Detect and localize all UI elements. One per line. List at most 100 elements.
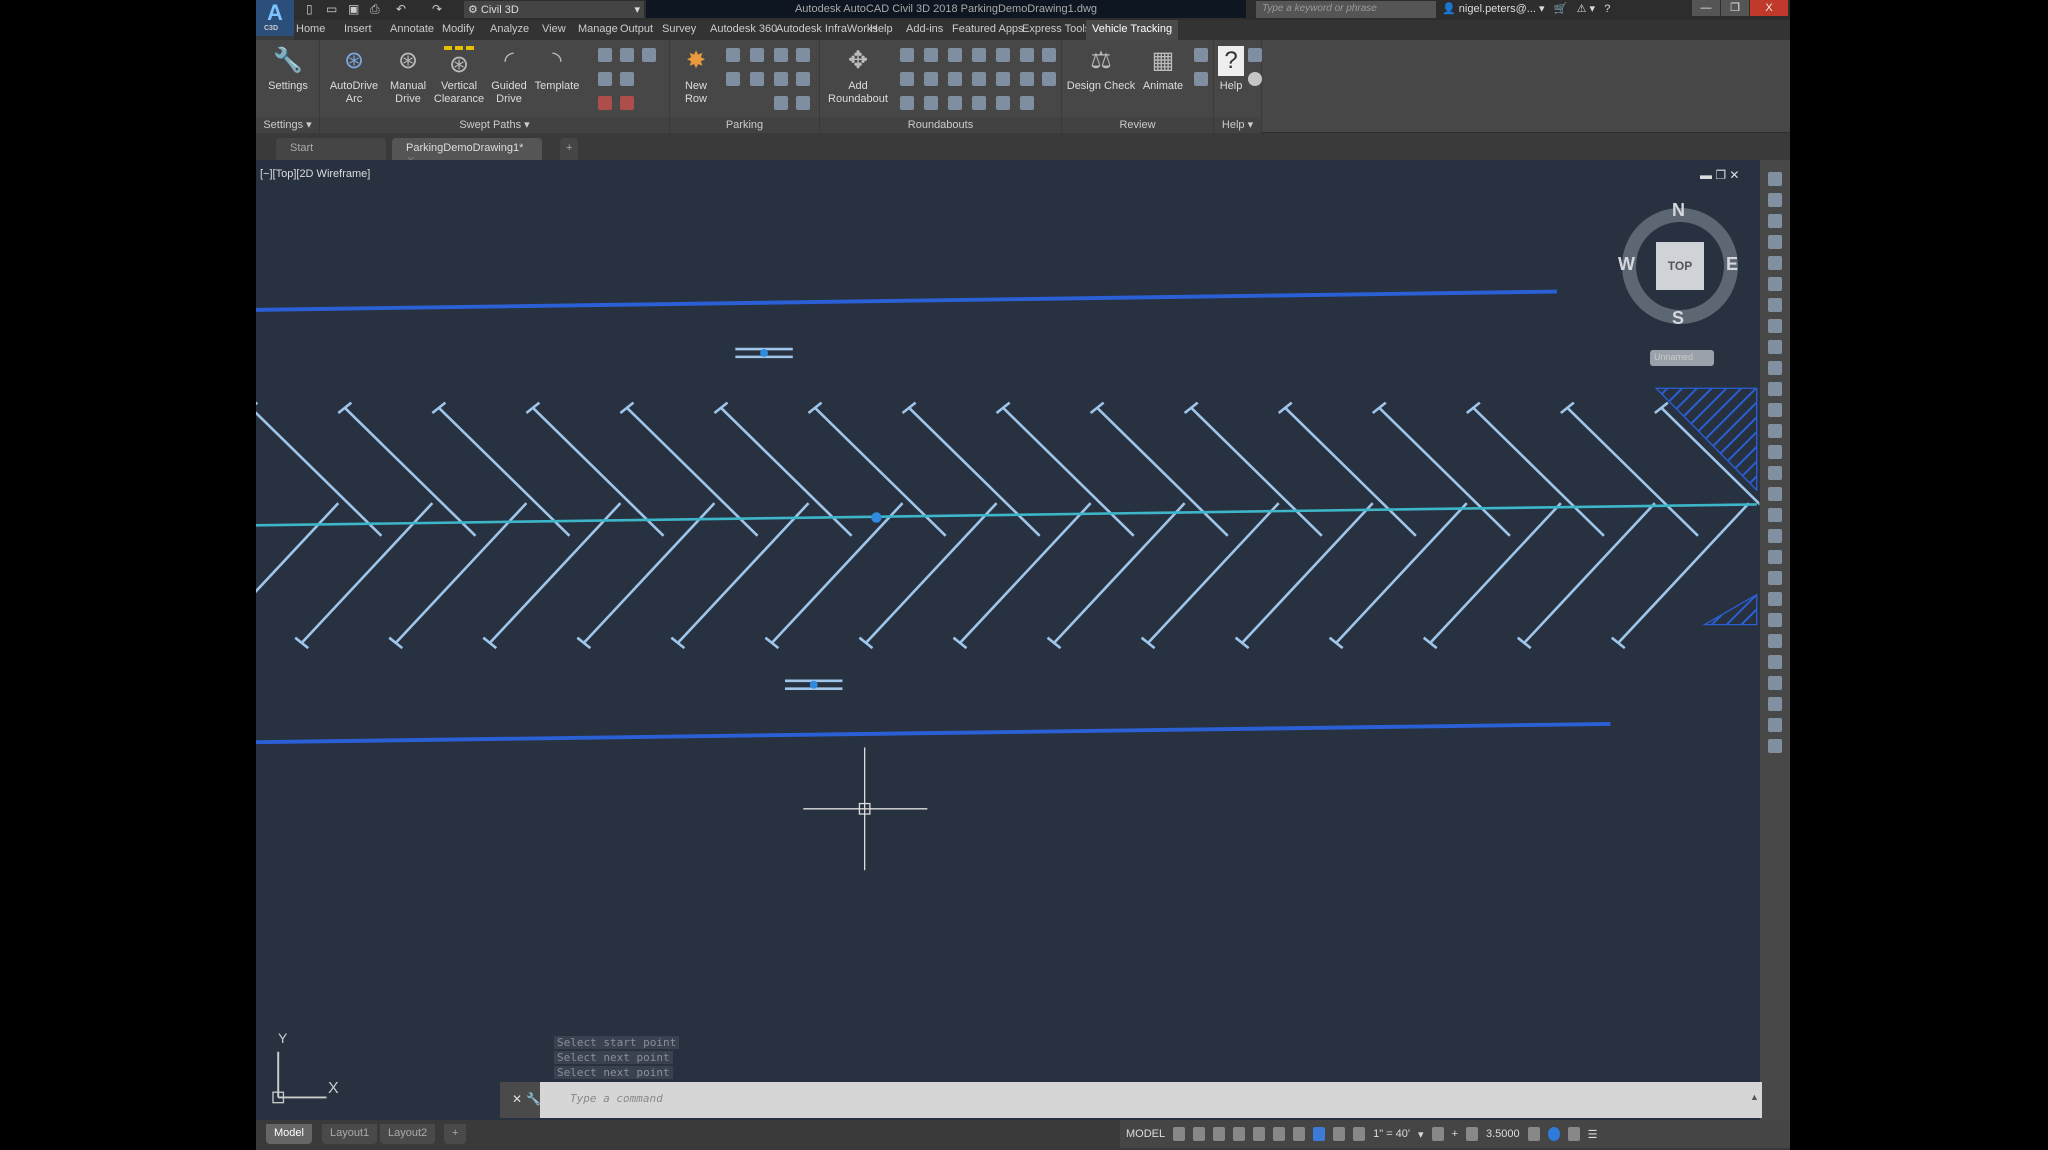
navigation-tool-icon[interactable] — [1768, 592, 1782, 606]
restore-button[interactable]: ❐ — [1721, 0, 1749, 16]
drawing-viewport[interactable]: [−][Top][2D Wireframe] ▬ ❐ ✕ TOP N S E W… — [256, 160, 1760, 1120]
tool-icon[interactable] — [1020, 48, 1034, 62]
tool-icon[interactable] — [1020, 72, 1034, 86]
tab-help[interactable]: Help — [870, 23, 893, 35]
tool-icon[interactable] — [1042, 72, 1056, 86]
tool-icon[interactable] — [796, 72, 810, 86]
navigation-tool-icon[interactable] — [1768, 424, 1782, 438]
tool-icon[interactable] — [972, 48, 986, 62]
annotation-scale[interactable]: 1" = 40' — [1373, 1128, 1410, 1140]
tool-icon[interactable] — [900, 72, 914, 86]
tool-icon[interactable] — [948, 96, 962, 110]
tool-icon[interactable] — [996, 48, 1010, 62]
compass-south[interactable]: S — [1672, 308, 1684, 329]
viewport-window-controls[interactable]: ▬ ❐ ✕ — [1700, 168, 1739, 182]
application-menu-button[interactable]: A C3D — [256, 0, 294, 36]
grid-icon[interactable] — [1173, 1127, 1186, 1141]
navigation-tool-icon[interactable] — [1768, 298, 1782, 312]
ucs-menu[interactable]: Unnamed — [1650, 350, 1714, 366]
tool-icon[interactable] — [726, 48, 740, 62]
navigation-tool-icon[interactable] — [1768, 445, 1782, 459]
close-command-icon[interactable]: ✕ — [512, 1092, 522, 1106]
auto-scale-icon[interactable] — [1333, 1127, 1346, 1141]
compass-west[interactable]: W — [1618, 254, 1635, 275]
save-icon[interactable]: ▣ — [348, 2, 359, 16]
tab-analyze[interactable]: Analyze — [490, 23, 529, 35]
close-button[interactable]: X — [1750, 0, 1788, 16]
tool-icon[interactable] — [620, 96, 634, 110]
osnap-icon[interactable] — [1273, 1127, 1286, 1141]
tab-model[interactable]: Model — [266, 1124, 312, 1144]
animate-button[interactable]: ▦ Animate — [1140, 46, 1186, 93]
tool-icon[interactable] — [900, 96, 914, 110]
tab-insert[interactable]: Insert — [344, 23, 372, 35]
tool-icon[interactable] — [1194, 48, 1208, 62]
undo-icon[interactable]: ↶ — [396, 2, 406, 16]
tab-parking-demo-drawing[interactable]: ParkingDemoDrawing1* ✕ — [392, 138, 542, 167]
tool-icon[interactable] — [1194, 72, 1208, 86]
tab-autodesk-infraworks[interactable]: Autodesk InfraWorks — [776, 23, 878, 35]
navigation-tool-icon[interactable] — [1768, 655, 1782, 669]
viewcube-top-face[interactable]: TOP — [1656, 242, 1704, 290]
tab-survey[interactable]: Survey — [662, 23, 696, 35]
add-roundabout-button[interactable]: ✥ Add Roundabout — [824, 46, 892, 106]
viewport-controls[interactable]: [−][Top][2D Wireframe] — [260, 168, 370, 180]
panel-label[interactable]: Help ▾ — [1214, 117, 1261, 133]
tool-icon[interactable] — [598, 48, 612, 62]
history-toggle-icon[interactable]: ▲ — [1750, 1092, 1759, 1102]
help-button[interactable]: ? Help — [1216, 46, 1246, 93]
tool-icon[interactable] — [924, 96, 938, 110]
navigation-tool-icon[interactable] — [1768, 382, 1782, 396]
add-layout-button[interactable]: + — [444, 1124, 467, 1144]
tool-icon[interactable] — [598, 72, 612, 86]
tool-icon[interactable] — [900, 48, 914, 62]
tool-icon[interactable] — [972, 96, 986, 110]
tool-icon[interactable] — [972, 72, 986, 86]
compass-north[interactable]: N — [1672, 200, 1685, 221]
navigation-tool-icon[interactable] — [1768, 487, 1782, 501]
tool-icon[interactable] — [620, 72, 634, 86]
tab-start[interactable]: Start — [276, 138, 386, 160]
tool-icon[interactable] — [996, 72, 1010, 86]
model-space-toggle[interactable]: MODEL — [1126, 1128, 1165, 1140]
navigation-tool-icon[interactable] — [1768, 256, 1782, 270]
ortho-icon[interactable] — [1213, 1127, 1226, 1141]
panel-label[interactable]: Swept Paths ▾ — [320, 117, 669, 133]
navigation-tool-icon[interactable] — [1768, 634, 1782, 648]
navigation-tool-icon[interactable] — [1768, 235, 1782, 249]
manual-drive-button[interactable]: ⊛ Manual Drive — [386, 46, 430, 106]
redo-icon[interactable]: ↷ — [432, 2, 442, 16]
polar-icon[interactable] — [1233, 1127, 1246, 1141]
navigation-tool-icon[interactable] — [1768, 193, 1782, 207]
template-button[interactable]: ◝ Template — [532, 46, 582, 93]
panel-label[interactable]: Settings ▾ — [256, 117, 319, 133]
navigation-tool-icon[interactable] — [1768, 718, 1782, 732]
tool-icon[interactable] — [1042, 48, 1056, 62]
autodrive-arc-button[interactable]: ⊛ AutoDrive Arc — [326, 46, 382, 106]
navigation-tool-icon[interactable] — [1768, 529, 1782, 543]
info-icon[interactable] — [1248, 72, 1262, 86]
help-icon[interactable]: ? — [1604, 3, 1610, 15]
new-tab-button[interactable]: + — [560, 138, 579, 160]
new-row-button[interactable]: ✸ New Row — [676, 46, 716, 106]
tool-icon[interactable] — [996, 96, 1010, 110]
customize-icon[interactable]: 🔧 — [526, 1092, 541, 1106]
tool-icon[interactable] — [774, 72, 788, 86]
tab-output[interactable]: Output — [620, 23, 653, 35]
guided-drive-button[interactable]: ◜ Guided Drive — [488, 46, 530, 106]
isolate-icon[interactable] — [1527, 1127, 1540, 1141]
navigation-tool-icon[interactable] — [1768, 697, 1782, 711]
tab-layout2[interactable]: Layout2 — [380, 1124, 436, 1144]
tool-icon[interactable] — [1020, 96, 1034, 110]
workspace-switch-icon[interactable] — [1431, 1127, 1444, 1141]
new-icon[interactable]: ▯ — [306, 2, 313, 16]
customization-menu-icon[interactable]: ☰ — [1588, 1128, 1598, 1141]
workspace-selector[interactable]: ⚙ Civil 3D ▾ — [464, 1, 644, 18]
navigation-tool-icon[interactable] — [1768, 571, 1782, 585]
navigation-tool-icon[interactable] — [1768, 676, 1782, 690]
tab-express-tools[interactable]: Express Tools — [1022, 23, 1090, 35]
annotation-visibility-icon[interactable] — [1313, 1127, 1326, 1141]
command-input[interactable]: Type a command — [540, 1082, 1762, 1118]
navigation-tool-icon[interactable] — [1768, 550, 1782, 564]
tab-layout1[interactable]: Layout1 — [322, 1124, 378, 1144]
